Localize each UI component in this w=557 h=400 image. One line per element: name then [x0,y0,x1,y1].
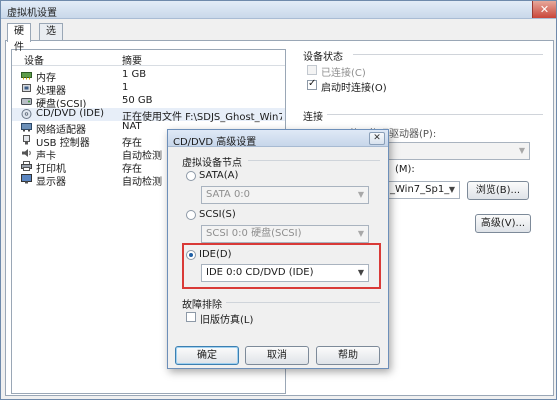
device-node-group-title: 虚拟设备节点 [182,158,242,169]
ide-node-value: IDE 0:0 CD/DVD (IDE) [206,267,314,278]
legacy-emulation-checkbox[interactable] [186,312,196,322]
legacy-emulation-label: 旧版仿真(L) [200,315,254,326]
device-name: CD/DVD (IDE) [36,108,105,119]
device-row-hard-disk[interactable]: 硬盘(SCSI) 50 GB [12,95,285,110]
memory-icon [21,72,32,80]
usb-icon [23,135,30,145]
window-close-button[interactable]: ✕ [532,1,556,18]
cpu-icon [22,84,31,92]
tab-hardware[interactable]: 硬件 [7,23,31,53]
device-summary: 1 GB [122,69,147,80]
scsi-node-select[interactable]: SCSI 0:0 硬盘(SCSI) ▼ [201,225,369,243]
device-status-divider [353,54,543,55]
chevron-down-icon: ▼ [357,268,364,277]
ide-radio[interactable] [186,250,196,260]
connected-label: 已连接(C) [321,68,366,79]
chevron-down-icon: ▼ [518,146,525,155]
connect-on-power-checkbox[interactable] [307,78,317,90]
troubleshoot-group-title: 故障排除 [182,300,222,311]
window-titlebar: 虚拟机设置 ✕ [1,1,556,19]
help-button[interactable]: 帮助 [316,346,380,365]
window-title: 虚拟机设置 [7,8,57,19]
sata-node-select[interactable]: SATA 0:0 ▼ [201,186,369,204]
sound-card-icon [22,149,31,157]
device-row-cd-dvd[interactable]: CD/DVD (IDE) 正在使用文件 F:\SDJS_Ghost_Win7..… [12,108,285,123]
browse-button[interactable]: 浏览(B)... [467,181,529,200]
troubleshoot-divider [226,302,380,303]
device-node-divider [248,160,380,161]
device-row-memory[interactable]: 内存 1 GB [12,69,285,84]
device-list-header: 设备 摘要 [12,50,285,67]
sata-radio[interactable] [186,171,196,181]
device-status-group-title: 设备状态 [303,52,343,63]
column-header-device[interactable]: 设备 [24,52,44,67]
connection-divider [327,114,543,115]
chevron-down-icon: ▼ [448,185,455,194]
ok-button[interactable]: 确定 [175,346,239,365]
sata-node-value: SATA 0:0 [206,189,251,200]
device-summary: 1 [122,82,129,93]
display-icon [21,174,32,184]
dialog-title: CD/DVD 高级设置 [173,137,257,148]
device-name: 显示器 [36,177,66,188]
scsi-node-value: SCSI 0:0 硬盘(SCSI) [206,228,302,239]
chevron-down-icon: ▼ [357,190,364,199]
iso-path-value: _Win7_Sp1_ [390,184,450,195]
sata-label: SATA(A) [199,170,239,181]
iso-label: (M): [395,164,415,175]
connected-checkbox[interactable] [307,65,317,75]
printer-icon [21,161,32,171]
device-row-processor[interactable]: 处理器 1 [12,82,285,97]
scsi-radio[interactable] [186,210,196,220]
network-adapter-icon [21,123,32,132]
tab-options[interactable]: 选项 [39,23,63,53]
column-header-summary[interactable]: 摘要 [122,52,142,67]
chevron-down-icon: ▼ [357,229,364,238]
ide-label: IDE(D) [199,249,232,260]
cd-dvd-icon [21,109,32,119]
connect-on-power-label: 启动时连接(O) [321,83,387,94]
device-summary: 50 GB [122,95,153,106]
dialog-titlebar: CD/DVD 高级设置 ✕ [168,130,388,148]
connection-group-title: 连接 [303,112,323,123]
hard-disk-icon [21,98,32,105]
physical-drive-select[interactable]: ▼ [385,142,530,160]
advanced-button[interactable]: 高级(V)... [475,214,531,233]
close-icon[interactable]: ✕ [369,132,385,145]
iso-path-select[interactable]: _Win7_Sp1_ ▼ [385,181,460,199]
cancel-button[interactable]: 取消 [245,346,309,365]
scsi-label: SCSI(S) [199,209,236,220]
ide-node-select[interactable]: IDE 0:0 CD/DVD (IDE) ▼ [201,264,369,282]
